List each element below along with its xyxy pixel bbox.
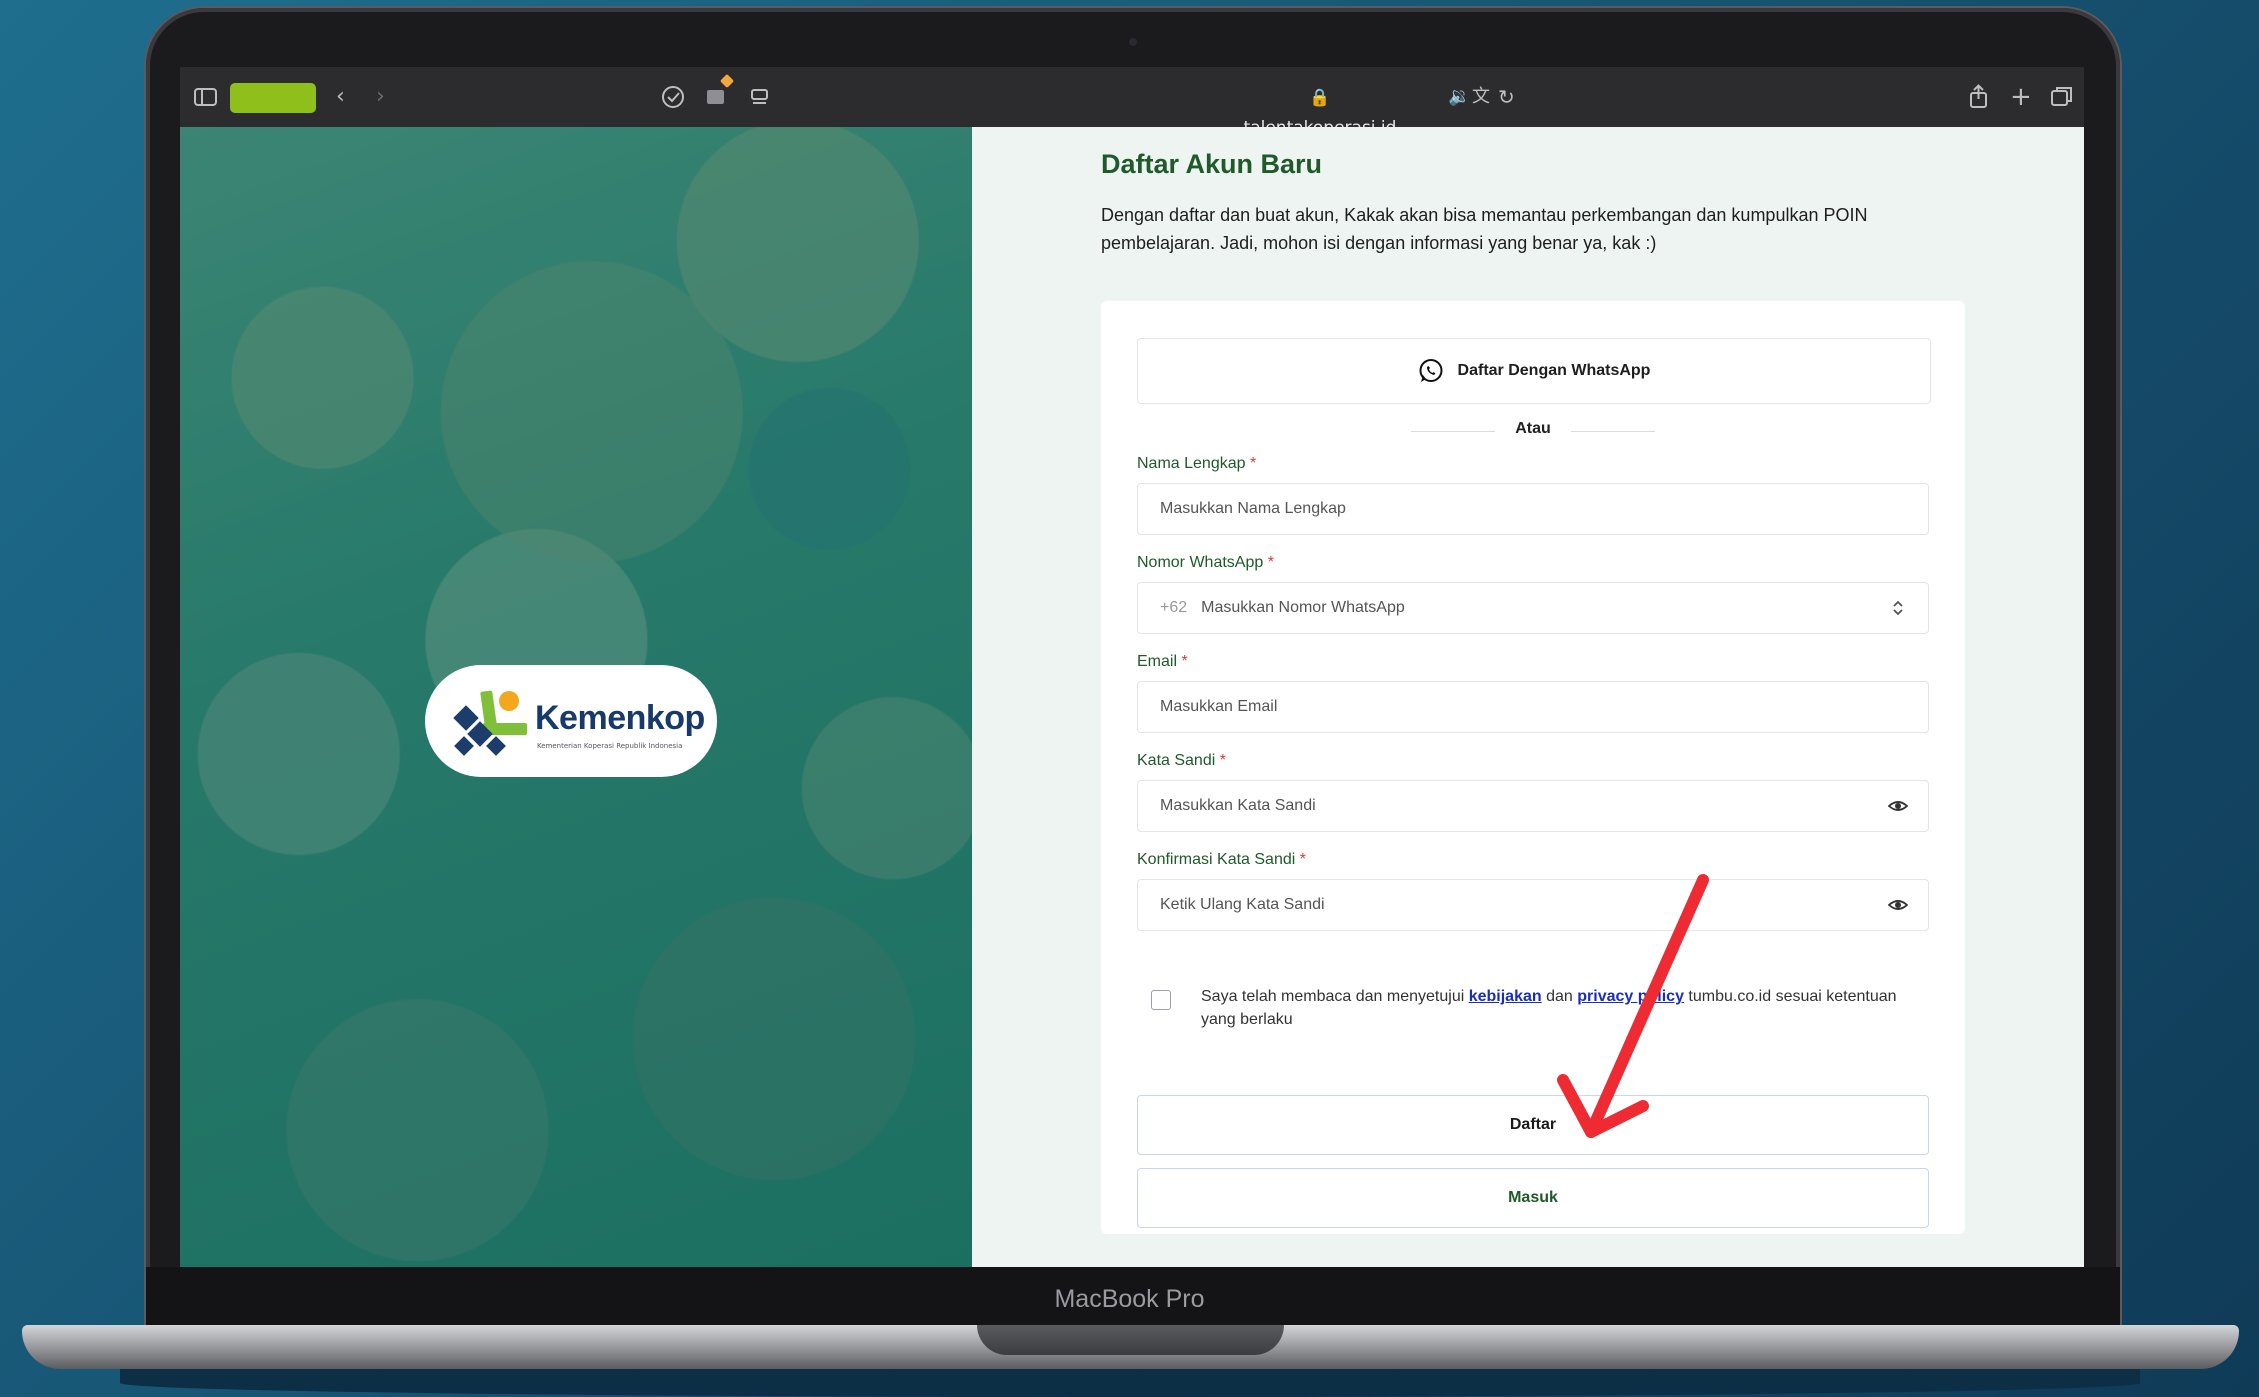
agreement-checkbox[interactable] — [1151, 990, 1171, 1010]
address-bar[interactable]: 🔒 talentakoperasi.id — [1240, 83, 1400, 138]
tab-group-pill[interactable] — [230, 83, 316, 113]
name-label: Nama Lengkap * — [1137, 455, 1256, 473]
kemenkop-logo-text: Kemenkop — [535, 699, 705, 737]
kemenkop-logo: Kemenkop Kementerian Koperasi Republik I… — [425, 665, 717, 777]
page-description: Dengan daftar dan buat akun, Kakak akan … — [1101, 205, 1868, 253]
name-label-text: Nama Lengkap — [1137, 455, 1246, 472]
kemenkop-logo-icon — [453, 690, 527, 756]
new-tab-icon[interactable]: + — [2010, 82, 2032, 112]
phone-label: Nomor WhatsApp * — [1137, 554, 1274, 572]
kemenkop-logo-subtitle: Kementerian Koperasi Republik Indonesia — [537, 742, 683, 750]
eye-icon[interactable] — [1888, 796, 1908, 816]
phone-placeholder: Masukkan Nomor WhatsApp — [1201, 599, 1405, 616]
agreement-text-start: Saya telah membaca dan menyetujui — [1201, 988, 1469, 1005]
page-title: Daftar Akun Baru — [1101, 149, 1323, 179]
login-button[interactable]: Masuk — [1137, 1168, 1929, 1228]
audio-icon[interactable]: 🔉 — [1448, 82, 1470, 112]
annotation-arrow-icon — [1557, 874, 1709, 1138]
tabs-overview-icon[interactable] — [2050, 82, 2074, 121]
checkmark-icon[interactable] — [660, 82, 686, 121]
reload-icon[interactable]: ↻ — [1498, 82, 1515, 112]
required-mark: * — [1219, 752, 1226, 769]
whatsapp-icon — [1419, 359, 1443, 382]
or-divider: Atau — [1411, 420, 1655, 440]
camera — [1129, 38, 1137, 46]
register-button[interactable]: Daftar — [1137, 1095, 1929, 1155]
registration-panel: Daftar Akun Baru Dengan daftar dan buat … — [972, 127, 2084, 1267]
registration-form: Daftar Dengan WhatsApp Atau Nama Lengkap… — [1101, 301, 1965, 1234]
whatsapp-register-label: Daftar Dengan WhatsApp — [1457, 362, 1651, 379]
email-label: Email * — [1137, 653, 1188, 671]
kebijakan-link[interactable]: kebijakan — [1469, 988, 1542, 1005]
confirm-password-label: Konfirmasi Kata Sandi * — [1137, 851, 1306, 869]
password-label-text: Kata Sandi — [1137, 752, 1216, 769]
share-icon[interactable] — [1968, 82, 1990, 121]
reader-icon[interactable] — [750, 82, 770, 121]
confirm-password-input[interactable]: Ketik Ulang Kata Sandi — [1137, 879, 1929, 931]
eye-icon[interactable] — [1888, 895, 1908, 915]
required-mark: * — [1181, 653, 1188, 670]
translate-icon[interactable]: 文 — [1472, 82, 1490, 112]
name-placeholder: Masukkan Nama Lengkap — [1160, 500, 1346, 517]
required-mark: * — [1299, 851, 1306, 868]
password-input[interactable]: Masukkan Kata Sandi — [1137, 780, 1929, 832]
phone-label-text: Nomor WhatsApp — [1137, 554, 1264, 571]
device-label: MacBook Pro — [1054, 1285, 1205, 1313]
laptop-shadow — [120, 1369, 2140, 1397]
stepper-icon[interactable] — [1888, 598, 1908, 618]
forward-icon[interactable]: › — [376, 82, 385, 112]
email-placeholder: Masukkan Email — [1160, 698, 1278, 715]
laptop-base-notch — [977, 1325, 1284, 1355]
required-mark: * — [1249, 455, 1257, 472]
screen: ‹ › 🔒 talentakoperasi.id 🔉 文 ↻ + — [180, 67, 2084, 1267]
password-placeholder: Masukkan Kata Sandi — [1160, 797, 1316, 814]
hero-image: Kemenkop Kementerian Koperasi Republik I… — [180, 127, 972, 1267]
whatsapp-register-button[interactable]: Daftar Dengan WhatsApp — [1137, 338, 1931, 404]
lock-icon: 🔒 — [1309, 88, 1331, 108]
name-input[interactable]: Masukkan Nama Lengkap — [1137, 483, 1929, 535]
sidebar-icon[interactable] — [194, 82, 218, 121]
phone-input[interactable]: +62 Masukkan Nomor WhatsApp — [1137, 582, 1929, 634]
email-label-text: Email — [1137, 653, 1178, 670]
phone-prefix: +62 — [1160, 599, 1188, 616]
extension-icon[interactable] — [705, 82, 727, 121]
password-label: Kata Sandi * — [1137, 752, 1226, 770]
email-input[interactable]: Masukkan Email — [1137, 681, 1929, 733]
required-mark: * — [1267, 554, 1274, 571]
confirm-password-label-text: Konfirmasi Kata Sandi — [1137, 851, 1296, 868]
back-icon[interactable]: ‹ — [336, 82, 345, 112]
confirm-password-placeholder: Ketik Ulang Kata Sandi — [1160, 896, 1325, 913]
browser-toolbar: ‹ › 🔒 talentakoperasi.id 🔉 文 ↻ + — [180, 67, 2084, 138]
